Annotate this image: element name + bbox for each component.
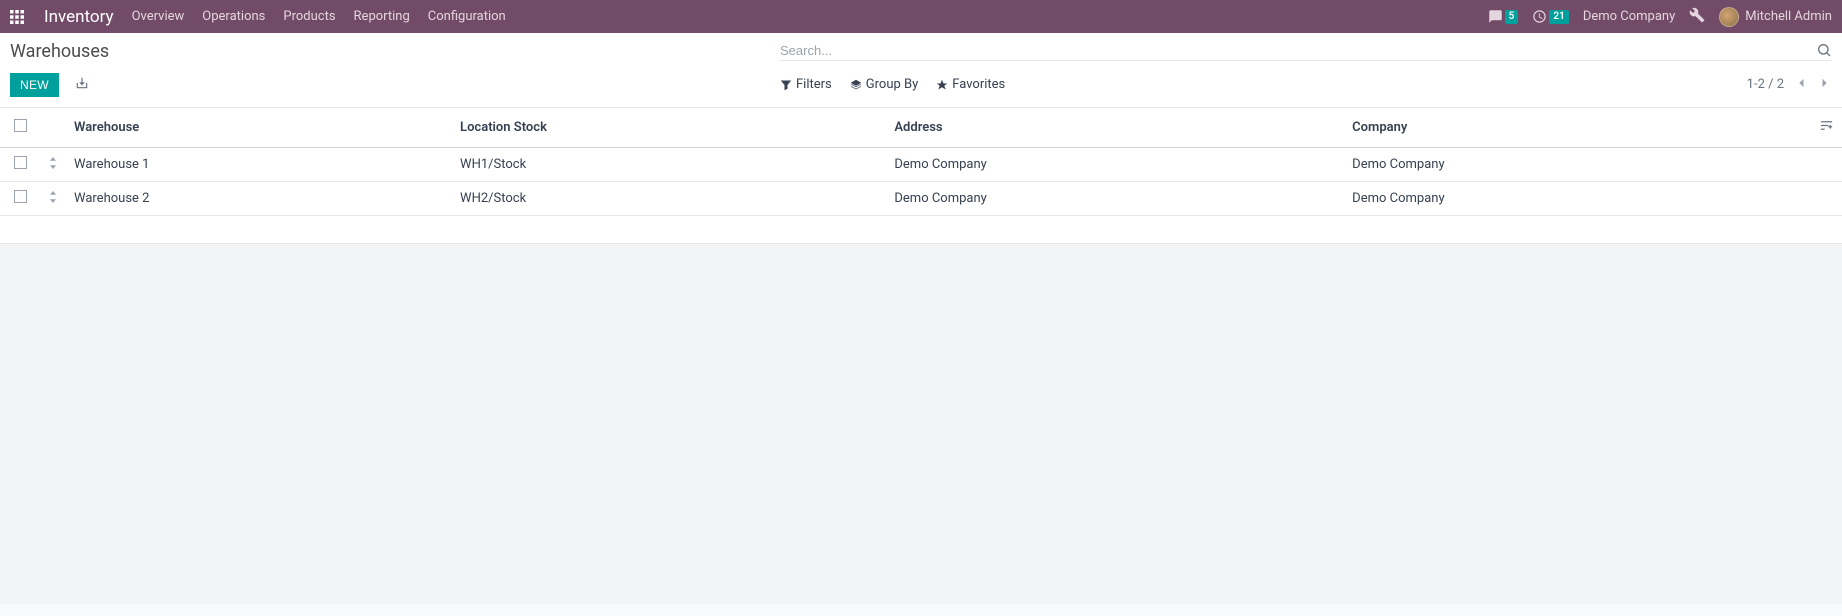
download-button[interactable] — [71, 72, 93, 97]
list-view: Warehouse Location Stock Address Company… — [0, 108, 1842, 244]
table-footer-gap — [0, 216, 1842, 244]
apps-icon[interactable] — [10, 10, 24, 24]
row-checkbox[interactable] — [14, 190, 27, 203]
user-menu[interactable]: Mitchell Admin — [1719, 7, 1832, 27]
table-header-row: Warehouse Location Stock Address Company — [0, 108, 1842, 148]
cell-warehouse: Warehouse 2 — [66, 182, 452, 216]
search-icon[interactable] — [1816, 42, 1832, 58]
nav-overview[interactable]: Overview — [132, 9, 185, 24]
cell-company: Demo Company — [1344, 148, 1802, 182]
search-bar[interactable] — [780, 42, 1832, 61]
activities-count: 21 — [1549, 10, 1568, 24]
row-checkbox[interactable] — [14, 156, 27, 169]
nav-operations[interactable]: Operations — [202, 9, 265, 24]
layers-icon — [850, 79, 862, 91]
nav-reporting[interactable]: Reporting — [354, 9, 410, 24]
sort-icon — [48, 191, 58, 203]
filters-label: Filters — [796, 77, 832, 92]
filters-button[interactable]: Filters — [780, 77, 832, 92]
col-address[interactable]: Address — [886, 108, 1344, 148]
search-input[interactable] — [780, 43, 1808, 58]
messages-count: 5 — [1505, 10, 1519, 24]
chat-icon — [1488, 9, 1503, 24]
chevron-right-icon — [1820, 78, 1830, 88]
pager: 1-2 / 2 — [1747, 75, 1832, 94]
app-title[interactable]: Inventory — [44, 7, 114, 27]
download-icon — [75, 76, 89, 90]
optional-columns-button[interactable] — [1802, 108, 1842, 148]
pager-next[interactable] — [1818, 75, 1832, 94]
select-all-checkbox[interactable] — [14, 119, 27, 132]
cell-warehouse: Warehouse 1 — [66, 148, 452, 182]
nav-products[interactable]: Products — [283, 9, 335, 24]
avatar — [1719, 7, 1739, 27]
groupby-button[interactable]: Group By — [850, 77, 919, 92]
cell-address: Demo Company — [886, 148, 1344, 182]
chevron-left-icon — [1796, 78, 1806, 88]
drag-handle[interactable] — [40, 182, 66, 216]
drag-handle[interactable] — [40, 148, 66, 182]
breadcrumb: Warehouses — [10, 41, 780, 62]
clock-icon — [1532, 9, 1547, 24]
messages-button[interactable]: 5 — [1488, 9, 1519, 24]
page-background — [0, 244, 1842, 604]
cell-location-stock: WH2/Stock — [452, 182, 886, 216]
user-name: Mitchell Admin — [1745, 9, 1832, 24]
control-panel: Warehouses NEW Filters Group By — [0, 33, 1842, 108]
company-switcher[interactable]: Demo Company — [1583, 9, 1675, 24]
groupby-label: Group By — [866, 77, 919, 92]
new-button[interactable]: NEW — [10, 73, 59, 97]
table-row[interactable]: Warehouse 2 WH2/Stock Demo Company Demo … — [0, 182, 1842, 216]
col-warehouse[interactable]: Warehouse — [66, 108, 452, 148]
cell-location-stock: WH1/Stock — [452, 148, 886, 182]
favorites-label: Favorites — [952, 77, 1005, 92]
pager-range[interactable]: 1-2 / 2 — [1747, 77, 1784, 92]
nav-configuration[interactable]: Configuration — [428, 9, 506, 24]
activities-button[interactable]: 21 — [1532, 9, 1568, 24]
col-company[interactable]: Company — [1344, 108, 1802, 148]
star-icon — [936, 79, 948, 91]
sort-icon — [48, 157, 58, 169]
cell-company: Demo Company — [1344, 182, 1802, 216]
col-location-stock[interactable]: Location Stock — [452, 108, 886, 148]
top-navbar: Inventory Overview Operations Products R… — [0, 0, 1842, 33]
debug-icon[interactable] — [1689, 7, 1705, 27]
favorites-button[interactable]: Favorites — [936, 77, 1005, 92]
sliders-icon — [1819, 118, 1834, 133]
table-row[interactable]: Warehouse 1 WH1/Stock Demo Company Demo … — [0, 148, 1842, 182]
pager-prev[interactable] — [1794, 75, 1808, 94]
filter-icon — [780, 79, 792, 91]
cell-address: Demo Company — [886, 182, 1344, 216]
